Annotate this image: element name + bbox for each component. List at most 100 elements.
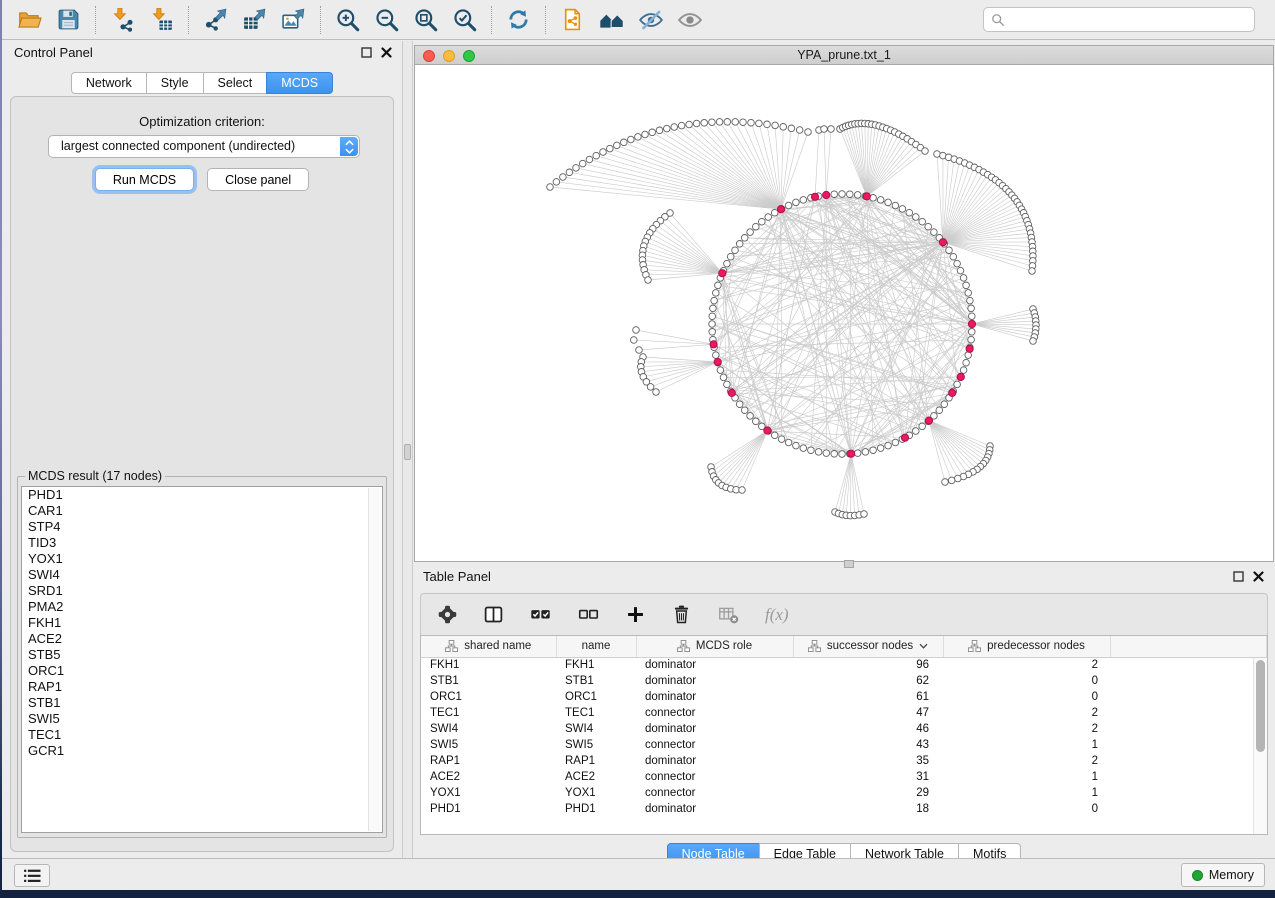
network-node[interactable] [753, 418, 760, 425]
import-table-button[interactable] [142, 4, 181, 36]
network-node[interactable] [727, 253, 734, 260]
cell-role[interactable]: dominator [636, 673, 793, 689]
result-item[interactable]: TID3 [22, 535, 382, 551]
network-node[interactable] [885, 199, 892, 206]
network-node[interactable] [823, 450, 830, 457]
network-node[interactable] [960, 367, 967, 374]
network-node[interactable] [717, 367, 724, 374]
function-builder-button[interactable]: f(x) [765, 605, 789, 625]
network-node[interactable] [709, 321, 716, 328]
table-row[interactable]: FKH1FKH1dominator962 [421, 657, 1267, 673]
network-node[interactable] [870, 447, 877, 454]
network-node[interactable] [573, 165, 580, 172]
cell-shared-name[interactable]: ORC1 [421, 689, 556, 705]
network-node[interactable] [579, 160, 586, 167]
network-node[interactable] [642, 131, 649, 138]
cell-successors[interactable]: 29 [793, 785, 943, 801]
result-item[interactable]: ACE2 [22, 631, 382, 647]
task-history-button[interactable] [14, 864, 50, 887]
cell-successors[interactable]: 35 [793, 753, 943, 769]
network-node[interactable] [741, 407, 748, 414]
network-node[interactable] [765, 214, 772, 221]
network-node[interactable] [628, 136, 635, 143]
network-node[interactable] [906, 209, 913, 216]
result-item[interactable]: STB5 [22, 647, 382, 663]
cell-name[interactable]: TEC1 [556, 705, 636, 721]
network-node[interactable] [913, 428, 920, 435]
network-node[interactable] [839, 191, 846, 198]
close-table-panel-button[interactable] [1253, 571, 1264, 582]
close-panel-button-mcds[interactable]: Close panel [207, 168, 309, 191]
cell-shared-name[interactable]: ACE2 [421, 769, 556, 785]
network-node[interactable] [649, 129, 656, 136]
network-node[interactable] [607, 145, 614, 152]
network-node[interactable] [965, 290, 972, 297]
run-mcds-button[interactable]: Run MCDS [95, 168, 194, 191]
network-node[interactable] [724, 119, 731, 126]
network-hub-node[interactable] [957, 373, 964, 380]
delete-columns-button[interactable] [671, 604, 692, 625]
cell-name[interactable]: YOX1 [556, 785, 636, 801]
cell-successors[interactable]: 46 [793, 721, 943, 737]
result-list-scrollbar[interactable] [368, 488, 381, 831]
export-table-button[interactable] [235, 4, 274, 36]
cell-name[interactable]: RAP1 [556, 753, 636, 769]
cell-predecessors[interactable]: 2 [943, 657, 1110, 673]
cell-predecessors[interactable]: 1 [943, 769, 1110, 785]
network-node[interactable] [739, 487, 746, 494]
result-item[interactable]: ORC1 [22, 663, 382, 679]
network-node[interactable] [740, 119, 747, 126]
network-node[interactable] [847, 191, 854, 198]
delete-table-button[interactable] [717, 604, 740, 625]
network-node[interactable] [586, 156, 593, 163]
network-node[interactable] [954, 260, 961, 267]
float-panel-button[interactable] [361, 47, 372, 58]
network-node[interactable] [778, 436, 785, 443]
network-node[interactable] [686, 121, 693, 128]
minimize-window-icon[interactable] [443, 50, 455, 62]
network-node[interactable] [647, 384, 654, 391]
network-node[interactable] [954, 381, 961, 388]
network-node[interactable] [1030, 338, 1037, 345]
close-window-icon[interactable] [423, 50, 435, 62]
network-node[interactable] [1029, 268, 1036, 275]
network-node[interactable] [732, 119, 739, 126]
result-item[interactable]: CAR1 [22, 503, 382, 519]
cell-name[interactable]: STB1 [556, 673, 636, 689]
cell-shared-name[interactable]: TEC1 [421, 705, 556, 721]
cell-predecessors[interactable]: 1 [943, 737, 1110, 753]
network-node[interactable] [821, 126, 828, 133]
cell-name[interactable]: ACE2 [556, 769, 636, 785]
network-node[interactable] [892, 202, 899, 209]
unselect-all-columns-button[interactable] [577, 604, 600, 625]
column-header-mcds-role[interactable]: MCDS role [636, 636, 793, 657]
network-hub-node[interactable] [939, 239, 946, 246]
maximize-window-icon[interactable] [463, 50, 475, 62]
table-row[interactable]: ACE2ACE2connector311 [421, 769, 1267, 785]
table-row[interactable]: YOX1YOX1connector291 [421, 785, 1267, 801]
export-image-button[interactable] [274, 4, 313, 36]
cell-predecessors[interactable]: 1 [943, 785, 1110, 801]
network-node[interactable] [724, 260, 731, 267]
column-header-successor-nodes[interactable]: successor nodes [793, 636, 943, 657]
network-hub-node[interactable] [777, 206, 784, 213]
network-node[interactable] [593, 152, 600, 159]
zoom-selected-button[interactable] [445, 4, 484, 36]
apply-layout-button[interactable] [499, 4, 538, 36]
network-node[interactable] [653, 389, 660, 396]
network-node[interactable] [785, 202, 792, 209]
cell-name[interactable]: SWI4 [556, 721, 636, 737]
network-node[interactable] [919, 423, 926, 430]
cell-role[interactable]: dominator [636, 753, 793, 769]
network-node[interactable] [678, 122, 685, 129]
result-item[interactable]: YOX1 [22, 551, 382, 567]
tab-select[interactable]: Select [203, 72, 268, 94]
table-row[interactable]: ORC1ORC1dominator610 [421, 689, 1267, 705]
network-node[interactable] [724, 381, 731, 388]
network-node[interactable] [656, 127, 663, 134]
network-node[interactable] [969, 329, 976, 336]
result-item[interactable]: PMA2 [22, 599, 382, 615]
result-item[interactable]: TEC1 [22, 727, 382, 743]
table-row[interactable]: STB1STB1dominator620 [421, 673, 1267, 689]
network-node[interactable] [899, 206, 906, 213]
